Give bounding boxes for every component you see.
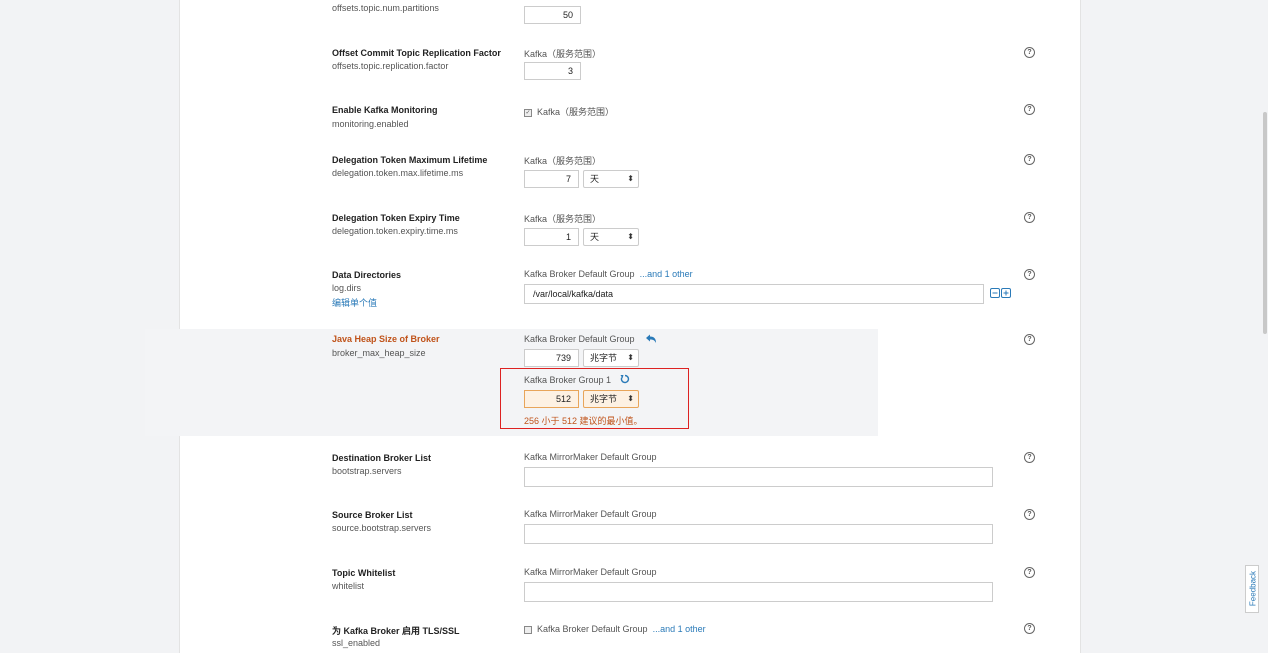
param-key: log.dirs: [332, 283, 362, 293]
param-key: broker_max_heap_size: [332, 348, 426, 358]
checkbox-checked-icon[interactable]: ✓: [524, 108, 532, 117]
help-icon[interactable]: ?: [1024, 623, 1035, 634]
reset-icon[interactable]: [620, 374, 630, 384]
scope-text: Kafka Broker Default Group: [537, 624, 648, 634]
param-name: Delegation Token Maximum Lifetime: [332, 155, 488, 165]
param-key: whitelist: [332, 581, 365, 591]
group1-heap-unit-select[interactable]: 兆字节 ⬍: [583, 390, 639, 408]
scope-label: Kafka（服务范围）: [524, 214, 602, 224]
param-key: delegation.token.expiry.time.ms: [332, 226, 458, 236]
monitoring-checkbox-row[interactable]: ✓ Kafka（服务范围）: [524, 105, 614, 118]
unit-value: 兆字节: [590, 394, 618, 404]
param-name: Enable Kafka Monitoring: [332, 105, 438, 115]
unit-value: 兆字节: [590, 353, 618, 363]
heap-size-input[interactable]: 739: [524, 349, 579, 367]
scope-label: Kafka MirrorMaker Default Group: [524, 509, 657, 519]
undo-icon[interactable]: [645, 334, 657, 344]
token-expiry-input[interactable]: 1: [524, 228, 579, 246]
param-name: Destination Broker List: [332, 453, 432, 463]
param-name: 为 Kafka Broker 启用 TLS/SSL: [332, 626, 460, 636]
log-dirs-input[interactable]: /var/local/kafka/data: [524, 284, 984, 304]
and-others-link[interactable]: ...and 1 other: [653, 624, 706, 634]
help-icon[interactable]: ?: [1024, 212, 1035, 223]
token-max-unit-select[interactable]: 天 ⬍: [583, 170, 639, 188]
scope-label: Kafka MirrorMaker Default Group: [524, 567, 657, 577]
and-others-link[interactable]: ...and 1 other: [640, 269, 693, 279]
edit-individual-values-link[interactable]: 编辑单个值: [332, 296, 377, 309]
feedback-label: Feedback: [1248, 570, 1258, 607]
select-arrows-icon: ⬍: [627, 353, 634, 362]
scope-label: Kafka（服务范围）: [524, 156, 602, 166]
help-icon[interactable]: ?: [1024, 104, 1035, 115]
page-scrollbar[interactable]: [1263, 112, 1267, 334]
param-key: source.bootstrap.servers: [332, 523, 432, 533]
replication-factor-input[interactable]: 3: [524, 62, 581, 80]
param-key: offsets.topic.num.partitions: [332, 3, 439, 13]
param-key: ssl_enabled: [332, 638, 381, 648]
config-panel: [179, 0, 1081, 653]
help-icon[interactable]: ?: [1024, 567, 1035, 578]
scope-label: Kafka（服务范围）: [537, 107, 615, 117]
token-max-lifetime-input[interactable]: 7: [524, 170, 579, 188]
param-name: Java Heap Size of Broker: [332, 334, 440, 344]
select-arrows-icon: ⬍: [627, 232, 634, 241]
scope-text: Kafka Broker Default Group: [524, 334, 635, 344]
param-key: bootstrap.servers: [332, 466, 402, 476]
unit-value: 天: [590, 174, 600, 184]
ssl-checkbox-row[interactable]: Kafka Broker Default Group ...and 1 othe…: [524, 624, 706, 634]
param-name: Source Broker List: [332, 510, 413, 520]
scope-label: Kafka Broker Default Group: [524, 334, 635, 344]
help-icon[interactable]: ?: [1024, 47, 1035, 58]
unit-value: 天: [590, 232, 600, 242]
source-bootstrap-servers-input[interactable]: [524, 524, 993, 544]
param-key: delegation.token.max.lifetime.ms: [332, 168, 464, 178]
whitelist-input[interactable]: [524, 582, 993, 602]
validation-warning-text: 256 小于 512 建议的最小值。: [524, 416, 643, 426]
bootstrap-servers-input[interactable]: [524, 467, 993, 487]
scope-label: Kafka Broker Default Group ...and 1 othe…: [524, 269, 693, 279]
param-key: offsets.topic.replication.factor: [332, 61, 449, 71]
partitions-input[interactable]: 50: [524, 6, 581, 24]
checkbox-unchecked-icon[interactable]: [524, 625, 532, 634]
help-icon[interactable]: ?: [1024, 269, 1035, 280]
help-icon[interactable]: ?: [1024, 509, 1035, 520]
scope-label: Kafka MirrorMaker Default Group: [524, 452, 657, 462]
param-name: Topic Whitelist: [332, 568, 396, 578]
token-expiry-unit-select[interactable]: 天 ⬍: [583, 228, 639, 246]
feedback-tab[interactable]: Feedback: [1245, 565, 1259, 613]
help-icon[interactable]: ?: [1024, 154, 1035, 165]
remove-add-icon[interactable]: [990, 288, 1012, 299]
param-name: Data Directories: [332, 270, 402, 280]
help-icon[interactable]: ?: [1024, 334, 1035, 345]
select-arrows-icon: ⬍: [627, 174, 634, 183]
param-name: Delegation Token Expiry Time: [332, 213, 460, 223]
select-arrows-icon: ⬍: [627, 394, 634, 403]
group1-heap-size-input[interactable]: 512: [524, 390, 579, 408]
heap-unit-select[interactable]: 兆字节 ⬍: [583, 349, 639, 367]
param-name: Offset Commit Topic Replication Factor: [332, 48, 501, 58]
scope-label: Kafka（服务范围）: [524, 49, 602, 59]
help-icon[interactable]: ?: [1024, 452, 1035, 463]
scope-text: Kafka Broker Default Group: [524, 269, 635, 279]
param-key: monitoring.enabled: [332, 119, 409, 129]
scope-label: Kafka Broker Group 1: [524, 375, 612, 385]
